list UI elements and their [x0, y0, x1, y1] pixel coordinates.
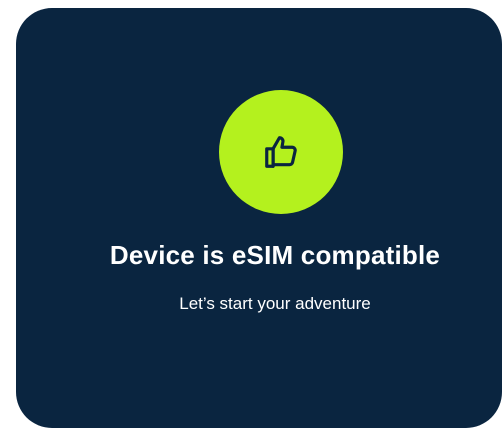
compatibility-title: Device is eSIM compatible: [109, 240, 441, 270]
compatibility-subtitle: Let’s start your adventure: [179, 294, 371, 313]
thumbs-up-icon: [265, 136, 297, 168]
success-badge: [219, 90, 343, 214]
compatibility-card: Device is eSIM compatible Let’s start yo…: [16, 8, 502, 428]
